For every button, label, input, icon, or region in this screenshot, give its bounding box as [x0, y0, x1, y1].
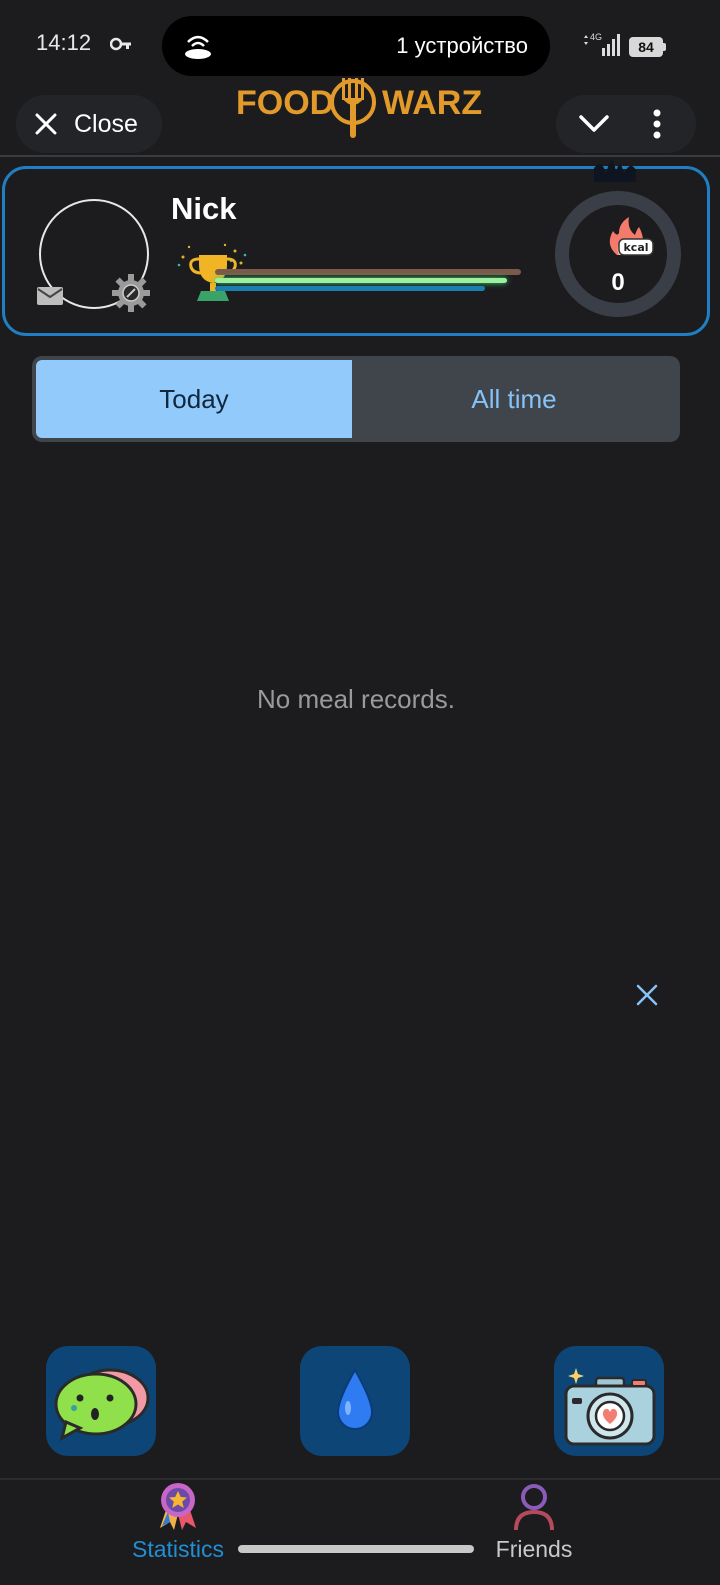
kcal-value: 0	[611, 269, 625, 296]
medal-icon	[160, 1483, 196, 1530]
period-segmented-control: Today All time	[32, 356, 680, 442]
logo-text-left: FOOD	[236, 84, 335, 122]
close-button[interactable]: Close	[16, 95, 162, 153]
user-name: Nick	[171, 191, 237, 226]
friends-icon	[514, 1484, 554, 1531]
close-label: Close	[74, 110, 138, 138]
fork-icon	[330, 78, 376, 138]
logo-text-right: WARZ	[382, 84, 483, 122]
home-indicator[interactable]	[238, 1545, 474, 1553]
kcal-flame-icon: kcal	[609, 217, 654, 256]
water-button[interactable]	[300, 1346, 410, 1456]
mail-icon[interactable]	[37, 287, 63, 305]
nav-label-statistics: Statistics	[131, 1536, 225, 1562]
app-logo: FOOD WARZ	[236, 74, 482, 140]
xp-bar-secondary	[215, 286, 485, 291]
dynamic-island[interactable]: 1 устройство	[162, 16, 550, 76]
tab-today[interactable]: Today	[36, 360, 352, 438]
battery-cap	[663, 43, 666, 51]
chat-button[interactable]	[46, 1346, 156, 1456]
kcal-progress-ring[interactable]: kcal 0	[555, 191, 681, 317]
chevron-down-icon[interactable]	[578, 113, 610, 135]
profile-card[interactable]: Nick kcal 0	[2, 166, 710, 336]
empty-state-message: No meal records.	[257, 684, 455, 714]
nav-divider	[0, 1478, 720, 1480]
more-options-icon[interactable]	[652, 109, 662, 139]
status-time: 14:12	[36, 30, 92, 55]
key-icon	[110, 37, 131, 51]
dismiss-icon[interactable]	[634, 982, 660, 1008]
battery-level: 84	[629, 37, 663, 57]
kcal-badge-text: kcal	[623, 241, 648, 254]
connected-devices-text: 1 устройство	[396, 33, 528, 58]
camera-button[interactable]	[554, 1346, 664, 1456]
drip-icon	[594, 160, 636, 182]
nav-label-friends: Friends	[495, 1536, 573, 1562]
water-drop-icon	[336, 1367, 374, 1430]
camera-icon	[564, 1368, 656, 1446]
close-icon	[35, 113, 57, 135]
xp-bar-track	[215, 269, 521, 275]
cast-icon	[185, 35, 211, 59]
tab-all-time[interactable]: All time	[352, 360, 676, 438]
chat-bubble-icon	[54, 1368, 150, 1441]
header-actions	[556, 95, 696, 153]
network-type: 4G	[590, 32, 603, 42]
xp-bar-fill	[215, 278, 507, 283]
gear-icon[interactable]	[111, 273, 151, 313]
